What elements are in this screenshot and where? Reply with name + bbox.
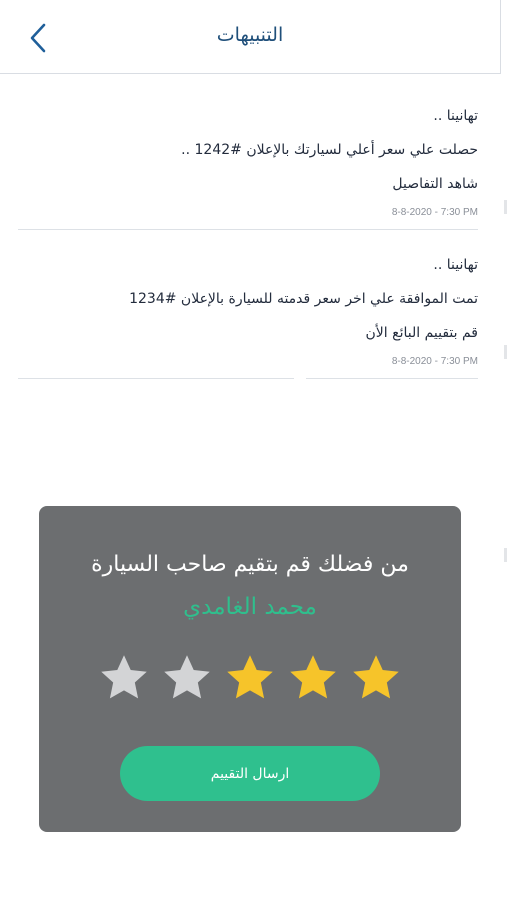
notification-action-link[interactable]: قم بتقييم البائع الأن bbox=[18, 325, 478, 342]
page-title: التنبيهات bbox=[216, 24, 284, 46]
divider bbox=[306, 378, 478, 379]
dialog-title: من فضلك قم بتقيم صاحب السيارة bbox=[91, 552, 409, 577]
notification-item[interactable]: تهانينا .. حصلت علي سعر أعلي لسيارتك بال… bbox=[18, 108, 478, 219]
star-filled-icon[interactable] bbox=[287, 652, 339, 704]
notification-item[interactable]: تهانينا .. تمت الموافقة علي اخر سعر قدمت… bbox=[18, 257, 478, 368]
star-rating[interactable] bbox=[98, 652, 402, 704]
star-filled-icon[interactable] bbox=[350, 652, 402, 704]
notification-message: حصلت علي سعر أعلي لسيارتك بالإعلان #1242… bbox=[181, 142, 478, 158]
notification-timestamp: 8-8-2020 - 7:30 PM bbox=[391, 207, 478, 218]
notification-timestamp: 8-8-2020 - 7:30 PM bbox=[391, 356, 478, 367]
star-empty-icon[interactable] bbox=[161, 652, 213, 704]
app-header: التنبيهات bbox=[0, 0, 501, 74]
star-empty-icon[interactable] bbox=[98, 652, 150, 704]
divider bbox=[18, 378, 294, 379]
rating-dialog: من فضلك قم بتقيم صاحب السيارة محمد الغام… bbox=[39, 506, 461, 832]
notification-greeting: تهانينا .. bbox=[433, 108, 478, 124]
seller-name: محمد الغامدي bbox=[183, 594, 317, 620]
notification-greeting: تهانينا .. bbox=[433, 257, 478, 273]
notification-action-link[interactable]: شاهد التفاصيل bbox=[18, 176, 478, 193]
submit-rating-button[interactable]: ارسال التقييم bbox=[120, 746, 380, 801]
divider bbox=[18, 229, 478, 230]
notification-message: تمت الموافقة علي اخر سعر قدمته للسيارة ب… bbox=[129, 291, 478, 307]
star-filled-icon[interactable] bbox=[224, 652, 276, 704]
